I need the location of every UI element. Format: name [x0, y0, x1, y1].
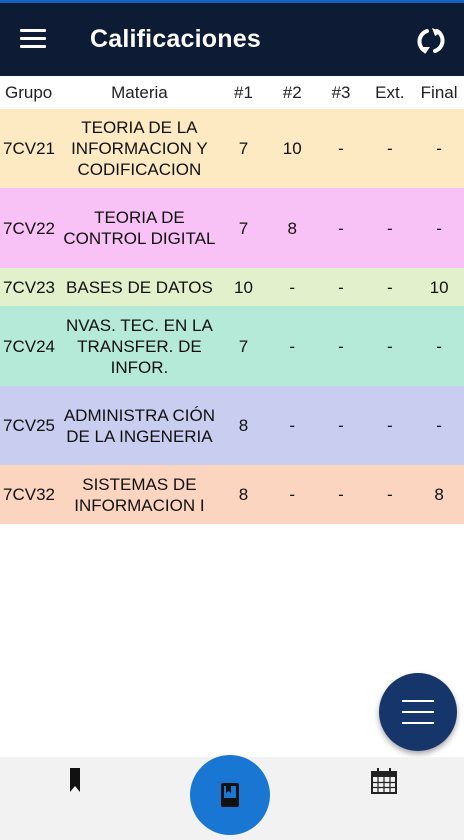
- bookmark-icon[interactable]: [62, 766, 88, 796]
- cell-p2: -: [289, 485, 296, 504]
- cell-ext: -: [386, 485, 393, 504]
- header-ext: Ext.: [375, 83, 405, 102]
- calendar-icon[interactable]: [369, 766, 399, 796]
- app-bar: Calificaciones: [0, 3, 464, 76]
- cell-ext: -: [386, 218, 393, 238]
- cell-final: -: [436, 218, 442, 238]
- cell-p3: -: [338, 218, 344, 238]
- cell-p3: -: [338, 277, 344, 297]
- table-row[interactable]: 7CV21 TEORIA DE LA INFORMACION Y CODIFIC…: [0, 109, 464, 188]
- cell-ext: -: [386, 416, 393, 435]
- page-title: Calificaciones: [90, 25, 261, 53]
- cell-final: -: [436, 416, 442, 435]
- cell-p3: -: [338, 416, 344, 435]
- cell-p1: 7: [238, 336, 249, 356]
- cell-materia: TEORIA DE CONTROL DIGITAL: [63, 208, 216, 248]
- cell-p3: -: [338, 139, 344, 158]
- menu-icon[interactable]: [20, 29, 46, 49]
- cell-p1: 8: [238, 416, 249, 435]
- cell-final: -: [436, 139, 442, 158]
- header-materia: Materia: [111, 83, 168, 102]
- cell-p1: 7: [238, 218, 249, 238]
- cell-final: 10: [429, 277, 449, 297]
- cell-p2: 10: [282, 139, 302, 158]
- header-p1: #1: [234, 83, 253, 102]
- table-row[interactable]: 7CV25 ADMINISTRA CIÓN DE LA INGENERIA 8 …: [0, 386, 464, 465]
- cell-p2: -: [289, 336, 296, 356]
- cell-p1: 8: [238, 485, 249, 504]
- cell-grupo: 7CV24: [3, 336, 55, 356]
- cell-grupo: 7CV23: [3, 277, 55, 297]
- cell-ext: -: [386, 336, 393, 356]
- cell-ext: -: [386, 277, 393, 297]
- header-p3: #3: [331, 83, 351, 102]
- table-row[interactable]: 7CV32 SISTEMAS DE INFORMACION I 8 - - - …: [0, 465, 464, 524]
- cell-p2: -: [289, 277, 296, 297]
- cell-materia: TEORIA DE LA INFORMACION Y CODIFICACION: [71, 118, 208, 179]
- cell-materia: SISTEMAS DE INFORMACION I: [74, 474, 205, 515]
- cell-grupo: 7CV22: [3, 218, 55, 238]
- menu-lines-icon[interactable]: [379, 673, 457, 751]
- grades-table: Grupo Materia #1 #2 #3 Ext. Final 7CV21 …: [0, 76, 464, 524]
- cell-materia: BASES DE DATOS: [66, 277, 213, 297]
- cell-ext: -: [386, 139, 393, 158]
- book-icon[interactable]: [190, 755, 270, 835]
- cell-materia: NVAS. TEC. EN LA TRANSFER. DE INFOR.: [66, 315, 213, 377]
- cell-p2: -: [289, 416, 296, 435]
- table-row[interactable]: 7CV24 NVAS. TEC. EN LA TRANSFER. DE INFO…: [0, 306, 464, 386]
- cell-final: -: [436, 336, 442, 356]
- header-final: Final: [420, 83, 458, 102]
- table-row[interactable]: 7CV23 BASES DE DATOS 10 - - - 10: [0, 268, 464, 306]
- cell-p2: 8: [287, 218, 297, 238]
- table-header: Grupo Materia #1 #2 #3 Ext. Final: [0, 76, 464, 109]
- refresh-icon[interactable]: [413, 23, 449, 59]
- table-row[interactable]: 7CV22 TEORIA DE CONTROL DIGITAL 7 8 - - …: [0, 188, 464, 268]
- cell-materia: ADMINISTRA CIÓN DE LA INGENERIA: [63, 405, 215, 446]
- cell-p3: -: [338, 485, 344, 504]
- cell-p1: 7: [238, 139, 249, 158]
- cell-grupo: 7CV21: [3, 139, 55, 158]
- cell-p1: 10: [233, 277, 253, 297]
- cell-final: 8: [434, 485, 444, 504]
- header-grupo: Grupo: [5, 83, 53, 102]
- cell-grupo: 7CV32: [3, 485, 55, 504]
- cell-grupo: 7CV25: [3, 416, 55, 435]
- header-p2: #2: [282, 83, 302, 102]
- bottom-navigation: [0, 755, 464, 840]
- cell-p3: -: [338, 336, 344, 356]
